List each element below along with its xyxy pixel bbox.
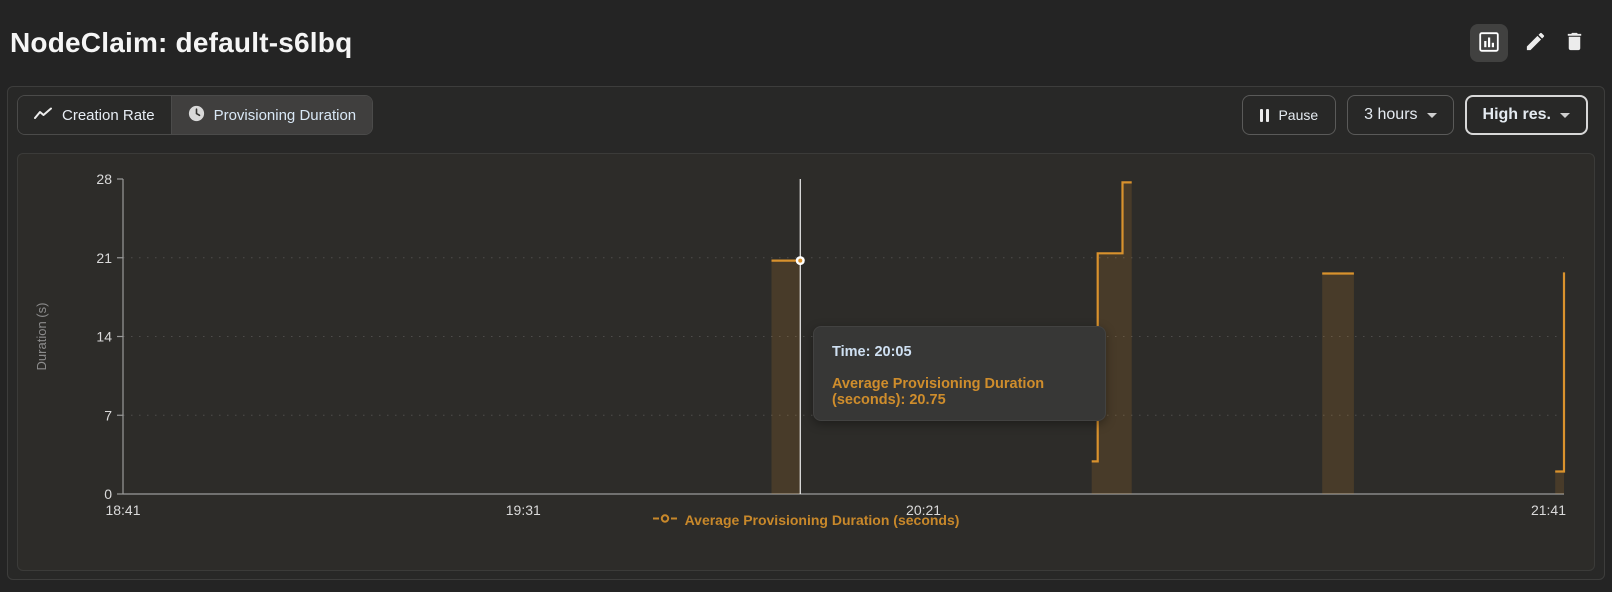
time-range-value: 3 hours [1364,106,1417,124]
pause-icon [1260,109,1269,122]
series-area [1322,274,1354,495]
edit-button[interactable] [1524,30,1547,56]
legend-marker-icon [653,511,677,529]
chart-legend[interactable]: Average Provisioning Duration (seconds) [18,511,1594,529]
trash-icon [1563,30,1586,56]
time-range-select[interactable]: 3 hours [1347,95,1453,135]
pause-button[interactable]: Pause [1242,95,1336,135]
page-title: NodeClaim: default-s6lbq [10,27,352,59]
series-area [1555,272,1564,494]
series-area [772,261,801,494]
y-axis-title: Duration (s) [34,303,49,371]
chart-plot[interactable]: 0714212818:4119:3120:2121:41Duration (s) [18,154,1594,570]
pause-label: Pause [1278,107,1318,123]
toolbar-actions: Pause 3 hours High res. [1242,95,1588,135]
resolution-value: High res. [1483,106,1551,124]
y-tick-label: 7 [104,407,112,423]
resolution-select[interactable]: High res. [1465,95,1588,135]
tab-creation-rate[interactable]: Creation Rate [18,96,171,134]
clock-icon [188,105,205,126]
cursor-point-center [798,259,802,263]
tooltip-time: Time: 20:05 [832,344,1087,360]
tab-label: Creation Rate [62,107,155,124]
tab-provisioning-duration[interactable]: Provisioning Duration [171,96,373,134]
tab-label: Provisioning Duration [214,107,357,124]
chart-panel: 0714212818:4119:3120:2121:41Duration (s)… [17,153,1595,571]
y-tick-label: 21 [96,250,112,266]
chevron-down-icon [1560,113,1570,118]
trend-line-icon [34,107,53,124]
y-tick-label: 28 [96,171,112,187]
legend-label: Average Provisioning Duration (seconds) [685,512,960,528]
chevron-down-icon [1427,113,1437,118]
bar-chart-icon [1477,30,1501,57]
chart-card: Creation Rate Provisioning Duration Paus… [7,86,1605,580]
chart-view-button[interactable] [1470,24,1508,62]
page-header: NodeClaim: default-s6lbq [0,0,1612,86]
tooltip-value: Average Provisioning Duration (seconds):… [832,376,1087,408]
pencil-icon [1524,30,1547,56]
y-tick-label: 0 [104,486,112,502]
chart-tooltip: Time: 20:05 Average Provisioning Duratio… [813,326,1106,421]
delete-button[interactable] [1563,30,1586,56]
chart-toolbar: Creation Rate Provisioning Duration Paus… [8,87,1604,135]
chart-tabs: Creation Rate Provisioning Duration [17,95,373,135]
header-actions [1470,24,1586,62]
y-tick-label: 14 [96,329,112,345]
series-line [1555,272,1564,471]
